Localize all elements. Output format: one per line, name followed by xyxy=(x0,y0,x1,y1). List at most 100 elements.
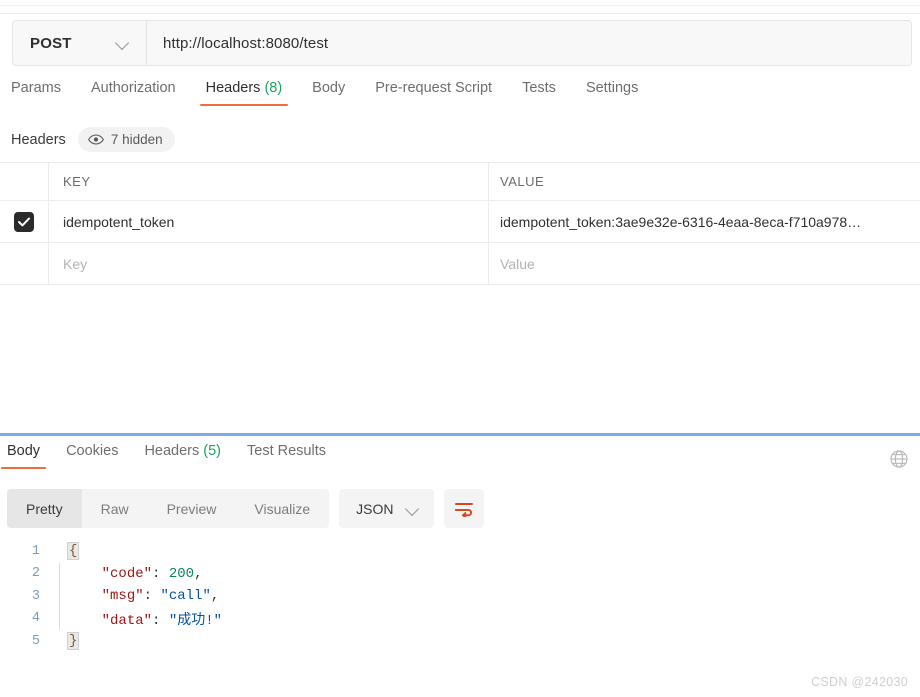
hidden-headers-toggle[interactable]: 7 hidden xyxy=(77,127,175,152)
code-token: "code" xyxy=(101,565,153,582)
http-method-label: POST xyxy=(30,34,72,52)
word-wrap-button[interactable] xyxy=(443,489,484,528)
response-body-code[interactable]: 1{2 "code": 200, 3 "msg": "call", 4 "data"… xyxy=(0,540,920,660)
code-token: "msg" xyxy=(101,588,144,605)
chevron-down-icon xyxy=(406,502,420,516)
fold-guide xyxy=(54,540,68,563)
code-text: { xyxy=(66,542,80,561)
code-token: "call" xyxy=(160,588,211,605)
response-tab-test-results[interactable]: Test Results xyxy=(247,443,326,469)
top-divider-upper xyxy=(0,5,920,6)
code-token: "data" xyxy=(101,612,153,629)
code-token: : xyxy=(143,588,161,605)
new-row-value-input[interactable]: Value xyxy=(489,243,920,284)
response-language-label: JSON xyxy=(356,500,394,517)
response-format-toolbar: Pretty Raw Preview Visualize JSON xyxy=(7,489,484,528)
response-language-select[interactable]: JSON xyxy=(339,489,434,528)
request-tab-params[interactable]: Params xyxy=(11,80,61,106)
column-header-key: KEY xyxy=(49,163,489,200)
tab-label: Pre-request Script xyxy=(375,80,493,96)
request-tab-pre-request-script[interactable]: Pre-request Script xyxy=(375,80,492,106)
line-number: 4 xyxy=(31,611,40,627)
tab-label: Tests xyxy=(522,80,556,96)
tab-label: Headers xyxy=(205,80,261,96)
fold-guide xyxy=(54,585,68,608)
code-text: } xyxy=(66,632,80,651)
table-header-row: KEY VALUE xyxy=(0,163,920,201)
fold-guide xyxy=(54,630,68,653)
tab-label: Body xyxy=(7,443,41,459)
view-visualize[interactable]: Visualize xyxy=(235,489,329,528)
globe-icon[interactable] xyxy=(889,449,909,469)
tab-label: Headers xyxy=(144,443,200,459)
fold-guide xyxy=(54,607,68,631)
line-number: 3 xyxy=(31,588,40,604)
tab-label: Cookies xyxy=(66,443,119,459)
code-line: 5} xyxy=(0,630,920,653)
line-number: 5 xyxy=(31,633,40,649)
table-row[interactable]: idempotent_token idempotent_token:3ae9e3… xyxy=(0,201,920,243)
view-preview[interactable]: Preview xyxy=(148,489,236,528)
code-token: , xyxy=(210,588,220,605)
watermark: CSDN @242030 xyxy=(811,675,908,689)
response-view-switch: Pretty Raw Preview Visualize xyxy=(7,489,330,528)
code-line: 3 "msg": "call", xyxy=(0,585,920,608)
view-raw[interactable]: Raw xyxy=(82,489,148,528)
new-row-checkbox-cell xyxy=(0,243,49,284)
headers-section-title: Headers xyxy=(11,131,66,148)
code-line: 1{ xyxy=(0,540,920,563)
code-token: : xyxy=(152,612,169,629)
response-tab-body[interactable]: Body xyxy=(0,443,47,469)
code-token: , xyxy=(194,565,203,582)
row-checkbox-cell xyxy=(0,201,49,242)
code-line: 4 "data": "成功!" xyxy=(0,607,920,631)
request-tabs: Params Authorization Headers (8) Body Pre-re… xyxy=(0,80,920,120)
row-value-cell[interactable]: idempotent_token:3ae9e32e-6316-4eaa-8eca… xyxy=(489,201,920,242)
request-tab-settings[interactable]: Settings xyxy=(586,80,638,106)
hidden-headers-count: 7 hidden xyxy=(110,132,163,147)
headers-subbar: Headers 7 hidden xyxy=(11,127,175,152)
line-number: 2 xyxy=(31,566,40,582)
chevron-down-icon xyxy=(116,36,130,50)
response-tab-cookies[interactable]: Cookies xyxy=(66,443,118,469)
code-token: "成功!" xyxy=(168,612,223,629)
url-input[interactable]: http://localhost:8080/test xyxy=(147,21,911,65)
request-tab-authorization[interactable]: Authorization xyxy=(91,80,176,106)
line-number: 1 xyxy=(31,543,40,559)
code-token: : xyxy=(152,565,169,582)
word-wrap-icon xyxy=(454,501,474,517)
request-url-bar: POST http://localhost:8080/test xyxy=(12,20,912,66)
postman-window: POST http://localhost:8080/test Params Au… xyxy=(0,0,920,697)
new-row-key-input[interactable]: Key xyxy=(49,243,489,284)
code-token: 200 xyxy=(168,565,195,582)
tab-label: Params xyxy=(11,80,61,96)
tab-count: (8) xyxy=(260,80,283,96)
http-method-select[interactable]: POST xyxy=(13,21,147,65)
pane-resize-handle[interactable] xyxy=(0,433,920,436)
tab-count: (5) xyxy=(199,443,222,459)
view-pretty[interactable]: Pretty xyxy=(7,489,82,528)
row-key-cell[interactable]: idempotent_token xyxy=(49,201,489,242)
request-tab-headers[interactable]: Headers (8) xyxy=(199,80,288,106)
row-checkbox[interactable] xyxy=(14,211,34,232)
response-tab-headers[interactable]: Headers (5) xyxy=(144,443,221,469)
table-new-row[interactable]: Key Value xyxy=(0,243,920,285)
code-token: } xyxy=(66,632,80,651)
tab-label: Authorization xyxy=(90,80,176,96)
code-text: "code": 200, xyxy=(68,565,203,582)
tab-label: Body xyxy=(312,80,346,96)
fold-guide xyxy=(54,562,68,586)
eye-icon xyxy=(87,134,104,145)
top-divider-lower xyxy=(0,13,920,14)
column-header-value: VALUE xyxy=(500,174,545,189)
code-text: "data": "成功!" xyxy=(68,609,222,629)
headers-table: KEY VALUE idempotent_token idempotent_to… xyxy=(0,162,920,285)
request-tab-body[interactable]: Body xyxy=(312,80,345,106)
code-token: { xyxy=(66,542,80,561)
code-text: "msg": "call", xyxy=(68,588,220,605)
request-tab-tests[interactable]: Tests xyxy=(522,80,556,106)
tab-label: Test Results xyxy=(247,443,326,459)
